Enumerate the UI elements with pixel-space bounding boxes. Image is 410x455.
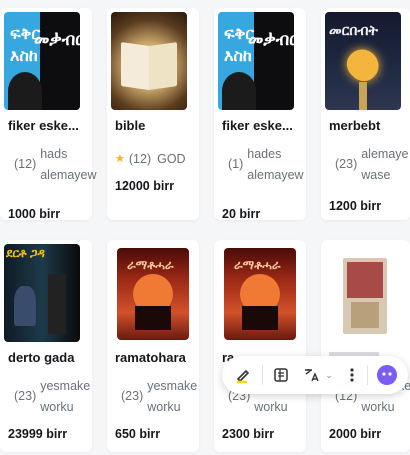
book-card[interactable]: ፍቅር እስከ መቃብር fiker eske... (1) hades alem… <box>214 8 306 221</box>
book-meta: ★ (12) GOD <box>115 152 186 166</box>
cover-title-2: እስከ <box>10 48 38 65</box>
notes-icon <box>274 368 289 382</box>
assistant-button[interactable] <box>374 362 400 388</box>
author-name: yesmakeworku <box>40 379 91 414</box>
cover-title: ደርቶ ጋዳ <box>6 246 45 260</box>
book-meta: (1) hades alemayew <box>222 144 304 186</box>
cover-title: መርበብት <box>329 22 378 38</box>
book-cover[interactable]: ደርቶ ጋዳ <box>4 244 80 342</box>
translate-button[interactable]: ⌄ <box>300 362 335 388</box>
highlighter-button[interactable] <box>230 362 256 388</box>
book-cover[interactable] <box>111 12 187 110</box>
notes-button[interactable] <box>269 362 295 388</box>
assistant-icon <box>377 365 398 385</box>
book-price: 2000 birr <box>329 427 382 441</box>
book-price: 650 birr <box>115 427 161 441</box>
book-price: 23999 birr <box>8 427 68 441</box>
book-cover[interactable]: ራማቶሓራ <box>117 248 189 340</box>
cover-title-2: እስከ <box>224 48 252 65</box>
book-title[interactable]: fiker eske... <box>8 118 79 133</box>
author-name: hades alemayew <box>247 147 304 182</box>
book-meta: (23) yesmakeworku <box>8 376 90 418</box>
more-vertical-icon <box>349 368 354 382</box>
review-count: (12) <box>14 157 37 171</box>
book-price: 20 birr <box>222 207 261 221</box>
book-title[interactable]: fiker eske... <box>222 118 293 133</box>
cover-title-3: መቃብር <box>248 30 294 49</box>
book-meta: (23) yesmakeworku <box>115 376 197 418</box>
book-card[interactable]: ራማቶሓራ ramatohara (23) yesmake worku 650 b… <box>107 240 199 452</box>
book-price: 1200 birr <box>329 199 382 213</box>
book-cover[interactable] <box>343 258 387 334</box>
book-cover[interactable]: ራማቶሓራ <box>224 248 296 340</box>
cover-title-3: መቃብር <box>34 30 80 49</box>
book-price: 12000 birr <box>115 179 175 193</box>
book-title[interactable]: merbebt <box>329 118 380 133</box>
book-cover[interactable]: ፍቅር እስከ መቃብር <box>218 12 294 110</box>
book-card[interactable]: (12) yesmakeworku 2000 birr <box>321 240 410 452</box>
pen-icon <box>236 369 249 384</box>
review-count: (23) <box>335 157 358 171</box>
author-name: hads alemayew <box>40 147 97 182</box>
book-cover[interactable]: ፍቅር እስከ መቃብር <box>4 12 80 110</box>
review-count: (23) <box>14 389 37 403</box>
star-icon: ★ <box>115 153 125 165</box>
translate-icon <box>305 369 319 382</box>
book-price: 1000 birr <box>8 207 61 221</box>
book-price: 2300 birr <box>222 427 275 441</box>
book-title[interactable]: ramatohara <box>115 350 186 365</box>
author-name: alemaye wase <box>361 147 409 182</box>
cover-title: ራማቶሓራ <box>234 258 281 272</box>
cover-title: ራማቶሓራ <box>127 258 174 272</box>
author-name: yesmakeworku <box>147 379 198 414</box>
more-options-button[interactable] <box>342 362 362 388</box>
book-card[interactable]: bible ★ (12) GOD 12000 birr <box>107 8 199 220</box>
floating-toolbar: ⌄ <box>222 356 408 394</box>
book-card[interactable]: ፍቅር እስከ መቃብር fiker eske... (12) hads alem… <box>0 8 97 221</box>
book-card[interactable]: ደርቶ ጋዳ derto gada (23) yesmake worku 2399… <box>0 240 92 452</box>
book-meta: (12) hads alemayew <box>8 144 97 186</box>
book-cover[interactable]: መርበብት <box>325 12 401 110</box>
review-count: (23) <box>121 389 144 403</box>
review-count: (1) <box>228 157 244 171</box>
review-count: (12) <box>128 152 152 166</box>
toolbar-divider <box>261 365 263 385</box>
book-title[interactable]: bible <box>115 118 145 133</box>
book-card[interactable]: መርበብት merbebt (23) alemaye wase 1200 birr <box>321 8 410 220</box>
book-meta: (23) alemaye wase <box>329 144 408 186</box>
author-name: GOD <box>157 152 186 166</box>
chevron-down-icon: ⌄ <box>325 369 333 380</box>
toolbar-divider <box>367 365 369 385</box>
book-title[interactable]: derto gada <box>8 350 74 365</box>
book-card[interactable]: ራማቶሓራ ra... (23) yesmakeworku 2300 birr <box>214 240 306 452</box>
